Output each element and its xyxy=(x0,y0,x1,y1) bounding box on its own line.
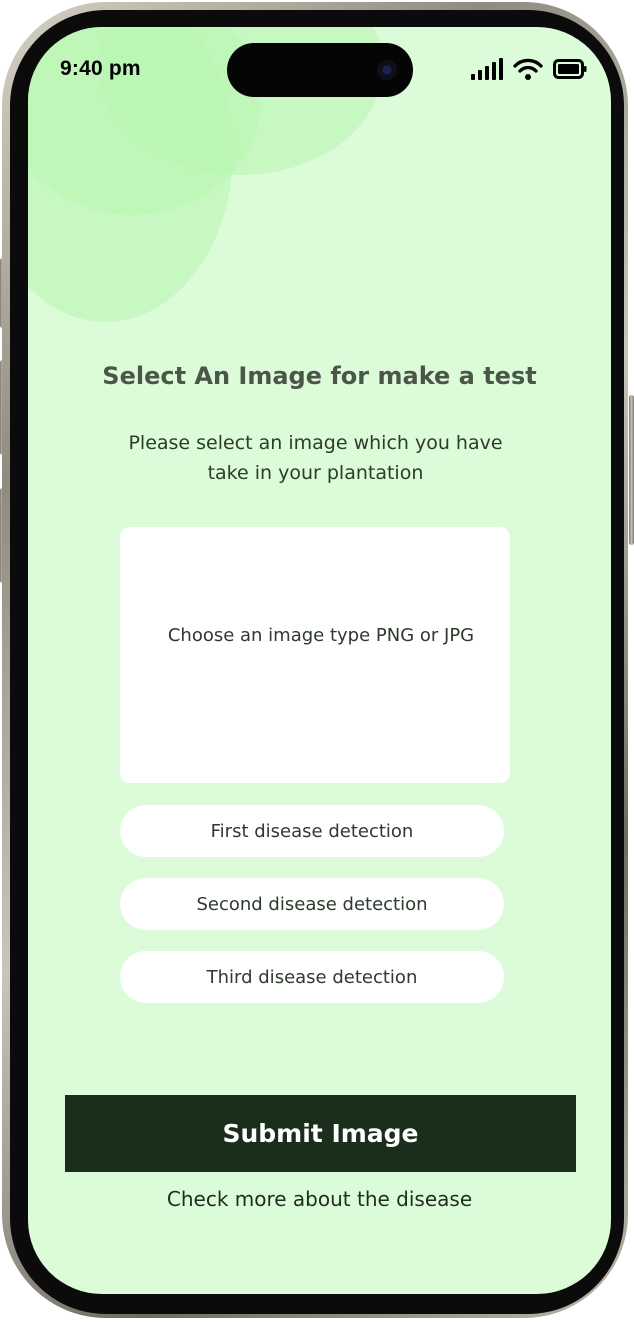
third-disease-detection-button[interactable]: Third disease detection xyxy=(120,951,504,1003)
phone-device: 9:40 pm Select An Image for make a test xyxy=(0,0,634,1322)
image-upload-area[interactable]: Choose an image type PNG or JPG xyxy=(120,527,510,783)
second-disease-detection-button[interactable]: Second disease detection xyxy=(120,878,504,930)
wifi-icon xyxy=(513,58,543,80)
power-button xyxy=(629,395,634,545)
dynamic-island xyxy=(227,43,413,97)
first-disease-detection-button[interactable]: First disease detection xyxy=(120,805,504,857)
status-time: 9:40 pm xyxy=(60,57,141,80)
upload-prompt-text: Choose an image type PNG or JPG xyxy=(167,624,475,646)
signal-icon xyxy=(471,58,503,80)
front-camera-icon xyxy=(377,60,397,80)
check-more-link[interactable]: Check more about the disease xyxy=(28,1187,611,1211)
battery-icon xyxy=(553,59,587,79)
page-subtitle: Please select an image which you have ta… xyxy=(128,432,503,484)
status-icons xyxy=(471,57,587,81)
submit-image-button[interactable]: Submit Image xyxy=(65,1095,576,1172)
app-screen: 9:40 pm Select An Image for make a test xyxy=(28,27,611,1294)
page-title: Select An Image for make a test xyxy=(102,362,537,390)
